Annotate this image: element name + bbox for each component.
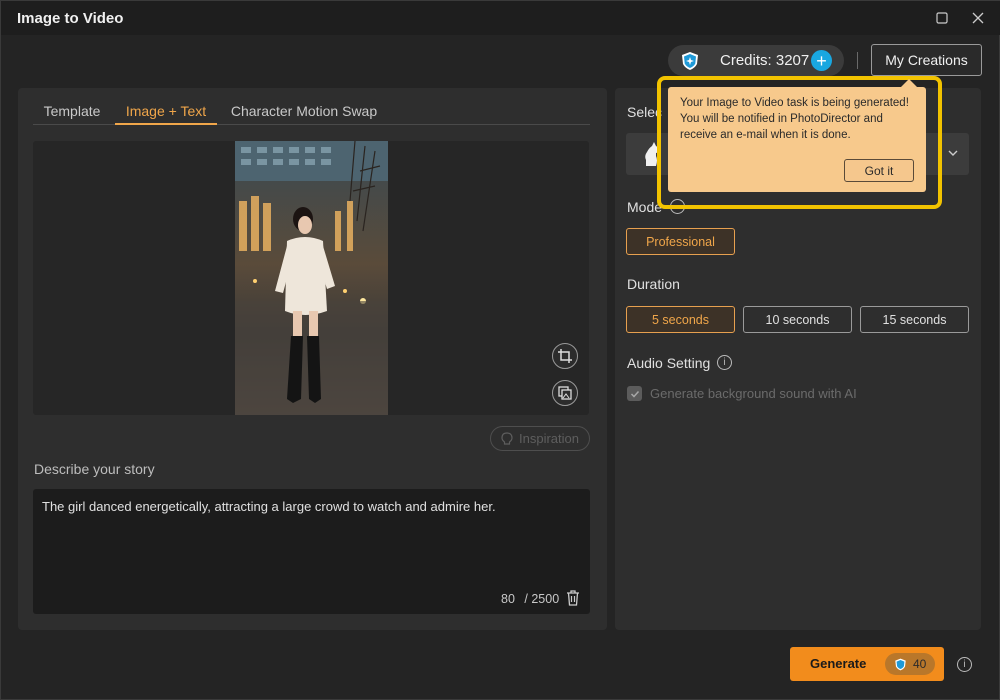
tab-image-text[interactable]: Image + Text — [115, 97, 217, 125]
story-text: The girl danced energetically, attractin… — [42, 499, 496, 514]
character-counter: 80 / 2500 — [501, 592, 559, 606]
inspiration-button[interactable]: Inspiration — [490, 426, 590, 451]
header-divider — [857, 52, 858, 69]
got-it-button[interactable]: Got it — [844, 159, 914, 182]
duration-15-seconds-button[interactable]: 15 seconds — [860, 306, 969, 333]
tab-character-motion-swap[interactable]: Character Motion Swap — [229, 97, 379, 125]
crop-icon — [558, 349, 572, 363]
mode-professional-button[interactable]: Professional — [626, 228, 735, 255]
credits-label: Credits: 3207 — [720, 52, 810, 69]
duration-label: Duration — [627, 276, 680, 292]
duration-5-seconds-button[interactable]: 5 seconds — [626, 306, 735, 333]
replace-image-icon — [558, 386, 572, 400]
describe-story-label: Describe your story — [34, 461, 155, 477]
character-count: 80 — [501, 592, 515, 606]
add-credits-button[interactable]: + — [811, 50, 832, 71]
inspiration-label: Inspiration — [519, 431, 579, 446]
generate-info-icon[interactable]: i — [957, 657, 972, 672]
checkmark-icon — [630, 390, 639, 398]
tooltip-arrow — [901, 79, 917, 87]
generate-sound-checkbox[interactable] — [627, 386, 642, 401]
tooltip-message: Your Image to Video task is being genera… — [680, 97, 909, 141]
generate-label: Generate — [810, 656, 867, 671]
mode-tabs: Template Image + Text Character Motion S… — [33, 97, 590, 125]
replace-image-button[interactable] — [552, 380, 578, 406]
credit-shield-icon — [895, 658, 906, 670]
audio-info-icon[interactable]: i — [717, 355, 732, 370]
generate-cost: 40 — [913, 657, 927, 671]
trash-icon[interactable] — [566, 590, 580, 606]
crop-button[interactable] — [552, 343, 578, 369]
chevron-down-icon — [948, 150, 958, 156]
audio-setting-label: Audio Setting — [627, 355, 711, 371]
generate-button[interactable]: Generate 40 — [790, 647, 944, 681]
credit-shield-icon — [682, 51, 698, 70]
my-creations-button[interactable]: My Creations — [871, 44, 982, 76]
lightbulb-icon — [501, 431, 513, 445]
duration-10-seconds-button[interactable]: 10 seconds — [743, 306, 852, 333]
character-max: / 2500 — [524, 592, 560, 606]
maximize-icon[interactable] — [933, 9, 951, 27]
uploaded-photo — [235, 141, 388, 415]
generate-cost-badge: 40 — [885, 653, 935, 675]
credits-pill: Credits: 3207 + — [668, 45, 844, 76]
generate-sound-label: Generate background sound with AI — [650, 386, 857, 401]
window-title: Image to Video — [17, 10, 124, 27]
close-icon[interactable] — [969, 9, 987, 27]
tab-template[interactable]: Template — [33, 97, 111, 125]
title-bar: Image to Video — [1, 1, 1000, 35]
generation-tooltip: Your Image to Video task is being genera… — [668, 79, 926, 192]
